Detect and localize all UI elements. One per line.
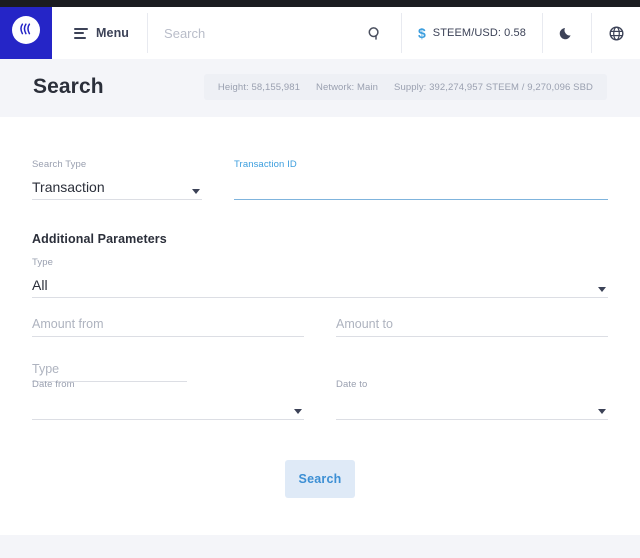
chevron-down-icon — [192, 189, 200, 194]
chevron-down-icon — [294, 409, 302, 414]
amount-to-field[interactable]: Amount to — [336, 299, 608, 337]
hamburger-icon — [74, 27, 88, 39]
dark-mode-toggle[interactable] — [543, 7, 591, 59]
chain-supply: Supply: 392,274,957 STEEM / 9,270,096 SB… — [394, 81, 593, 93]
transaction-id-label: Transaction ID — [234, 159, 297, 170]
row-search-type: Search Type Transaction Transaction ID — [32, 157, 608, 200]
search-type-select[interactable]: Search Type Transaction — [32, 157, 202, 200]
chain-height: Height: 58,155,981 — [217, 81, 300, 93]
app-header: Menu $ STEEM/USD: 0.58 — [0, 0, 640, 59]
transaction-id-value — [234, 177, 608, 197]
row-dates: Date from Date to — [32, 377, 608, 420]
search-form-card: Search Type Transaction Transaction ID A… — [0, 117, 640, 535]
chain-network: Network: Main — [316, 81, 379, 93]
search-type-label: Search Type — [32, 159, 87, 170]
amount-from-placeholder: Amount from — [32, 317, 104, 331]
chevron-down-icon — [598, 287, 606, 292]
chain-status-bar: Height: 58,155,981 Network: Main Supply:… — [203, 74, 607, 100]
chevron-down-icon — [598, 409, 606, 414]
dollar-icon: $ — [418, 25, 426, 41]
row-type-select: Type All — [32, 255, 608, 298]
additional-parameters-title: Additional Parameters — [32, 232, 167, 246]
moon-icon — [559, 28, 571, 40]
language-selector[interactable] — [592, 7, 640, 59]
type-select-value: All — [32, 277, 48, 293]
row-amount: Amount from Amount to — [32, 299, 608, 337]
date-to-label: Date to — [336, 379, 368, 390]
header-toolbar: Menu $ STEEM/USD: 0.58 — [52, 0, 640, 59]
submit-row: Search — [0, 460, 640, 498]
type-select[interactable]: Type All — [32, 255, 608, 298]
search-type-value: Transaction — [32, 179, 105, 195]
search-submit-button[interactable]: Search — [285, 460, 355, 498]
date-from-label: Date from — [32, 379, 75, 390]
steem-price-label: STEEM/USD: 0.58 — [432, 27, 526, 39]
type-select-label: Type — [32, 257, 53, 268]
amount-from-field[interactable]: Amount from — [32, 299, 304, 337]
steem-wave-glyph — [19, 23, 30, 35]
steem-logo-icon — [12, 15, 40, 44]
steem-price-indicator[interactable]: $ STEEM/USD: 0.58 — [402, 7, 542, 59]
header-search — [148, 7, 401, 59]
page-title: Search — [33, 75, 104, 98]
search-input[interactable] — [162, 24, 361, 42]
date-from-value — [32, 397, 304, 417]
page-banner: Search Height: 58,155,981 Network: Main … — [0, 59, 640, 115]
browser-top-strip — [0, 0, 640, 7]
transaction-id-field[interactable]: Transaction ID — [234, 157, 608, 200]
search-icon[interactable] — [361, 20, 387, 46]
additional-parameters-section: Additional Parameters — [32, 232, 608, 246]
steem-logo-button[interactable] — [0, 0, 52, 59]
menu-button[interactable]: Menu — [52, 7, 147, 59]
menu-button-label: Menu — [96, 26, 130, 40]
magnifier-glyph — [368, 26, 379, 40]
date-from-field[interactable]: Date from — [32, 377, 304, 420]
globe-icon — [608, 25, 624, 41]
date-to-value — [336, 397, 608, 417]
date-to-field[interactable]: Date to — [336, 377, 608, 420]
amount-to-placeholder: Amount to — [336, 317, 393, 331]
app-page: Menu $ STEEM/USD: 0.58 — [0, 0, 640, 558]
